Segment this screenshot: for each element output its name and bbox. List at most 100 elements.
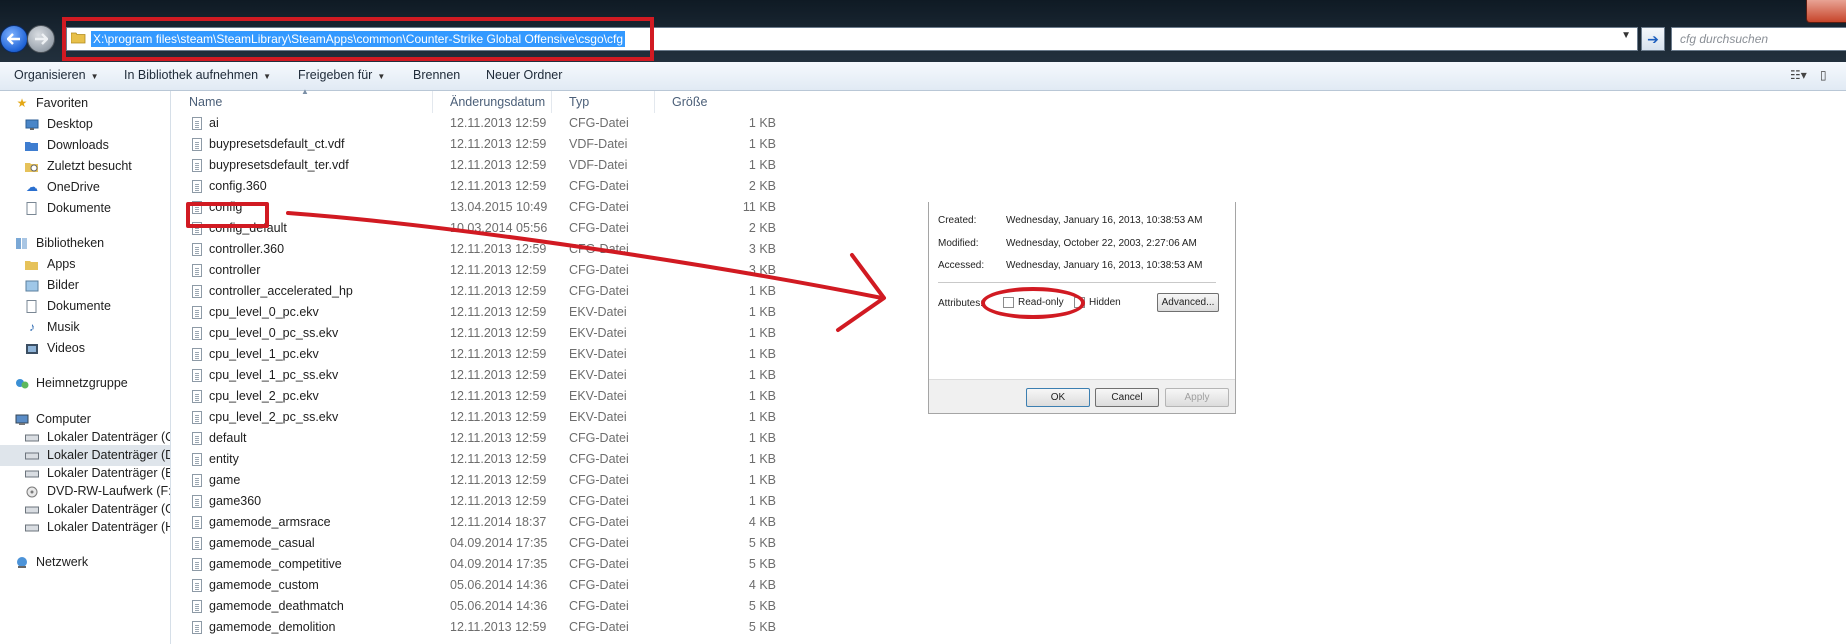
forward-arrow-icon	[35, 33, 48, 45]
file-type: CFG-Datei	[569, 284, 629, 298]
column-size[interactable]: Größe	[655, 91, 776, 113]
file-size: 2 KB	[748, 179, 776, 193]
nav-favorites[interactable]: ★ Favoriten	[0, 93, 170, 114]
file-row[interactable]: entity 12.11.2013 12:59 CFG-Datei 1 KB	[171, 449, 776, 470]
file-icon	[192, 411, 202, 424]
file-row[interactable]: gamemode_armsrace 12.11.2014 18:37 CFG-Dat…	[171, 512, 776, 533]
address-dropdown-icon[interactable]: ▼	[1621, 30, 1631, 41]
library-menu[interactable]: In Bibliothek aufnehmen ▼	[124, 68, 271, 82]
file-icon	[192, 600, 202, 613]
file-name: gamemode_custom	[209, 578, 319, 592]
file-icon	[192, 306, 202, 319]
file-size: 3 KB	[748, 263, 776, 277]
new-folder-button[interactable]: Neuer Ordner	[486, 68, 562, 82]
file-name: gamemode_armsrace	[209, 515, 331, 529]
nav-documents[interactable]: Dokumente	[0, 198, 170, 219]
file-date: 12.11.2014 18:37	[450, 515, 547, 529]
file-row[interactable]: gamemode_casual 04.09.2014 17:35 CFG-Datei…	[171, 533, 776, 554]
file-name: controller.360	[209, 242, 285, 256]
file-name: buypresetsdefault_ct.vdf	[209, 137, 345, 151]
share-menu[interactable]: Freigeben für ▼	[298, 68, 385, 82]
file-row[interactable]: gamemode_demolition 12.11.2013 12:59 CFG-D…	[171, 617, 776, 638]
sort-ascending-icon: ▲	[301, 87, 309, 96]
nav-music[interactable]: ♪ Musik	[0, 317, 170, 338]
file-type: EKV-Datei	[569, 389, 627, 403]
library-label: In Bibliothek aufnehmen	[124, 68, 259, 82]
burn-button[interactable]: Brennen	[413, 68, 460, 82]
file-type: CFG-Datei	[569, 200, 629, 214]
file-icon	[192, 390, 202, 403]
file-row[interactable]: controller.360 12.11.2013 12:59 CFG-Datei 3…	[171, 239, 776, 260]
column-date[interactable]: Änderungsdatum	[433, 91, 552, 113]
homegroup-icon	[15, 377, 29, 390]
nav-label: Zuletzt besucht	[47, 159, 132, 173]
hidden-label: Hidden	[1089, 297, 1121, 309]
libraries-icon	[15, 237, 29, 250]
nav-homegroup[interactable]: Heimnetzgruppe	[0, 373, 170, 394]
file-row[interactable]: buypresetsdefault_ct.vdf 12.11.2013 12:59…	[171, 134, 776, 155]
file-row[interactable]: cpu_level_1_pc_ss.ekv 12.11.2013 12:59 EKV…	[171, 365, 776, 386]
window-close-button[interactable]	[1806, 0, 1846, 23]
nav-lib-documents[interactable]: Dokumente	[0, 296, 170, 317]
nav-label: Videos	[47, 341, 85, 355]
file-row[interactable]: game360 12.11.2013 12:59 CFG-Datei 1 KB	[171, 491, 776, 512]
file-name: cpu_level_0_pc.ekv	[209, 305, 319, 319]
cancel-button[interactable]: Cancel	[1095, 388, 1159, 407]
go-button[interactable]: ➔	[1641, 27, 1665, 51]
nav-onedrive[interactable]: ☁ OneDrive	[0, 177, 170, 198]
nav-downloads[interactable]: Downloads	[0, 135, 170, 156]
nav-recent[interactable]: Zuletzt besucht	[0, 156, 170, 177]
back-button[interactable]	[0, 25, 28, 53]
ok-button[interactable]: OK	[1026, 388, 1090, 407]
file-icon	[192, 495, 202, 508]
column-type[interactable]: Typ	[552, 91, 655, 113]
file-row[interactable]: cpu_level_2_pc_ss.ekv 12.11.2013 12:59 EKV…	[171, 407, 776, 428]
file-row[interactable]: game 12.11.2013 12:59 CFG-Datei 1 KB	[171, 470, 776, 491]
file-size: 5 KB	[748, 536, 776, 550]
nav-pictures[interactable]: Bilder	[0, 275, 170, 296]
organize-menu[interactable]: Organisieren ▼	[14, 68, 99, 82]
file-date: 12.11.2013 12:59	[450, 158, 547, 172]
folder-icon	[25, 258, 39, 271]
file-row[interactable]: gamemode_custom 05.06.2014 14:36 CFG-Datei…	[171, 575, 776, 596]
file-row[interactable]: cpu_level_2_pc.ekv 12.11.2013 12:59 EKV-Da…	[171, 386, 776, 407]
search-input[interactable]: cfg durchsuchen	[1671, 27, 1846, 51]
nav-libraries[interactable]: Bibliotheken	[0, 233, 170, 254]
file-size: 4 KB	[748, 515, 776, 529]
file-row[interactable]: cpu_level_0_pc_ss.ekv 12.11.2013 12:59 EKV…	[171, 323, 776, 344]
file-type: CFG-Datei	[569, 494, 629, 508]
nav-apps[interactable]: Apps	[0, 254, 170, 275]
file-row[interactable]: controller_accelerated_hp 12.11.2013 12:5…	[171, 281, 776, 302]
nav-network[interactable]: Netzwerk	[0, 552, 170, 573]
file-row[interactable]: buypresetsdefault_ter.vdf 12.11.2013 12:5…	[171, 155, 776, 176]
help-icon[interactable]: ▯	[1820, 68, 1827, 82]
file-row[interactable]: default 12.11.2013 12:59 CFG-Datei 1 KB	[171, 428, 776, 449]
file-icon	[192, 180, 202, 193]
file-row[interactable]: gamemode_competitive 04.09.2014 17:35 CFG-…	[171, 554, 776, 575]
file-name: gamemode_demolition	[209, 620, 336, 634]
file-type: EKV-Datei	[569, 305, 627, 319]
nav-drive-h[interactable]: Lokaler Datenträger (H:	[0, 517, 170, 538]
file-row[interactable]: cpu_level_1_pc.ekv 12.11.2013 12:59 EKV-Da…	[171, 344, 776, 365]
nav-desktop[interactable]: Desktop	[0, 114, 170, 135]
file-icon	[192, 516, 202, 529]
forward-button[interactable]	[27, 25, 55, 53]
drive-icon	[25, 467, 39, 480]
file-icon	[192, 453, 202, 466]
apply-button[interactable]: Apply	[1165, 388, 1229, 407]
nav-label: Bilder	[47, 278, 79, 292]
file-row[interactable]: gamemode_deathmatch 05.06.2014 14:36 CFG-D…	[171, 596, 776, 617]
file-row[interactable]: controller 12.11.2013 12:59 CFG-Datei 3 KB	[171, 260, 776, 281]
file-name: controller_accelerated_hp	[209, 284, 353, 298]
nav-videos[interactable]: Videos	[0, 338, 170, 359]
view-options-icon[interactable]: ☷▾	[1790, 68, 1807, 82]
advanced-button[interactable]: Advanced...	[1157, 293, 1219, 312]
nav-label: Heimnetzgruppe	[36, 376, 128, 390]
file-row[interactable]: ai 12.11.2013 12:59 CFG-Datei 1 KB	[171, 113, 776, 134]
accessed-value: Wednesday, January 16, 2013, 10:38:53 AM	[1006, 260, 1203, 271]
file-size: 5 KB	[748, 557, 776, 571]
documents-icon	[25, 202, 39, 215]
file-row[interactable]: cpu_level_0_pc.ekv 12.11.2013 12:59 EKV-Da…	[171, 302, 776, 323]
address-annotation-box	[62, 17, 654, 61]
file-row[interactable]: config.360 12.11.2013 12:59 CFG-Datei 2 KB	[171, 176, 776, 197]
